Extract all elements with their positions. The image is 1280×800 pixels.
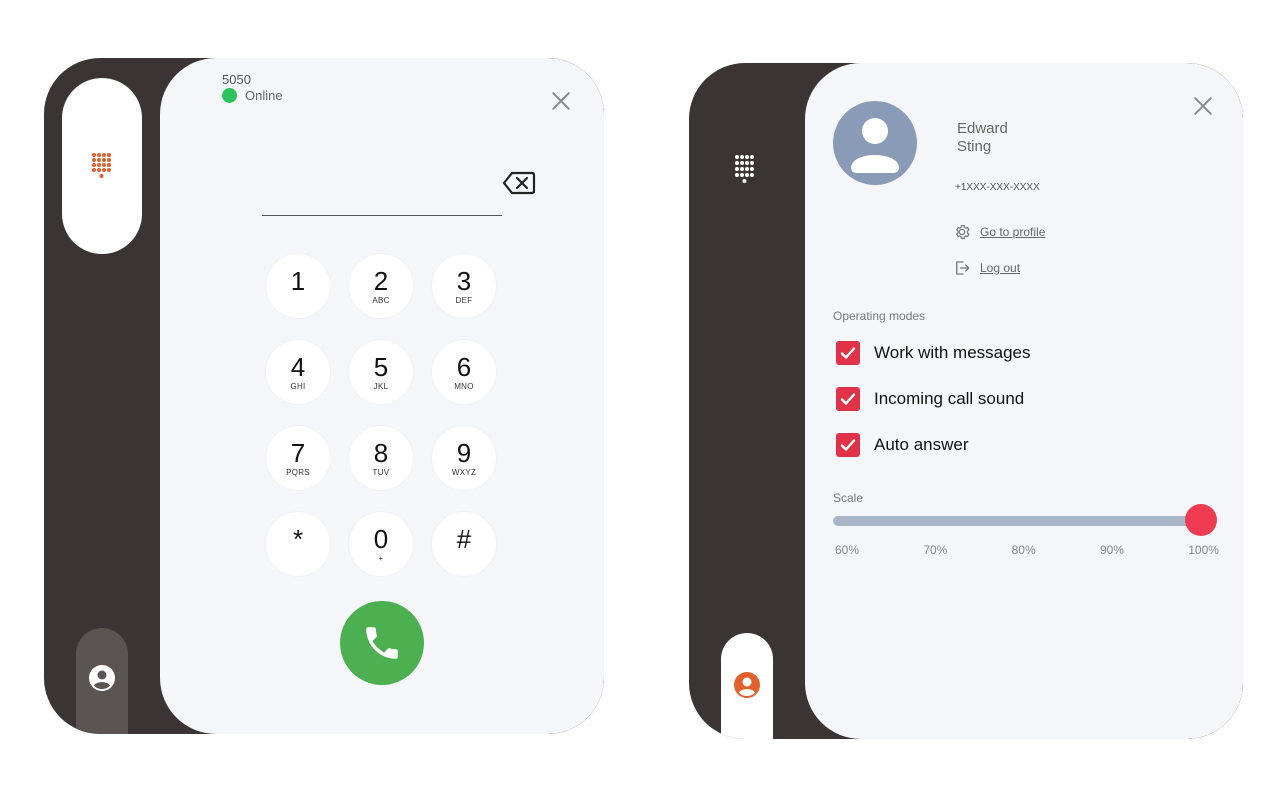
user-silhouette-icon (851, 118, 899, 173)
key-5[interactable]: 5 JKL (349, 340, 413, 404)
scale-tick-100: 100% (1188, 543, 1219, 557)
online-status-dot (222, 88, 237, 103)
rail-tab-keypad[interactable] (62, 78, 142, 254)
log-out-label: Log out (980, 261, 1021, 275)
close-profile-button[interactable] (1191, 94, 1215, 118)
go-to-profile-label: Go to profile (980, 225, 1046, 239)
mode-checkbox[interactable] (836, 433, 860, 457)
key-1[interactable]: 1 (266, 254, 330, 318)
rail-tab-profile[interactable] (721, 633, 773, 739)
key-digit: 5 (373, 351, 389, 382)
user-icon (89, 665, 115, 691)
log-out-link[interactable]: Log out (953, 259, 1020, 277)
key-digit: 2 (373, 265, 389, 296)
key-letters: + (378, 553, 384, 563)
phone-number-input[interactable] (262, 178, 502, 216)
key-digit: 8 (373, 437, 389, 468)
key-7[interactable]: 7 PQRS (266, 426, 330, 490)
extension-number: 5050 (222, 72, 251, 87)
backspace-icon (502, 171, 536, 195)
user-phone-number: +1XXX-XXX-XXXX (955, 182, 1040, 193)
key-digit: 4 (290, 351, 306, 382)
keypad: 1 2 ABC 3 DEF 4 GHI 5 JKL 6 MNO 7 PQRS 8 TUV 9W… (266, 254, 496, 576)
scale-slider-track[interactable] (833, 516, 1201, 526)
key-digit: 0 (373, 523, 389, 554)
key-4[interactable]: 4 GHI (266, 340, 330, 404)
close-dialer-button[interactable] (549, 89, 573, 113)
keypad-icon (92, 153, 111, 178)
key-6[interactable]: 6 MNO (432, 340, 496, 404)
key-digit: 6 (456, 351, 472, 382)
key-letters: ABC (372, 295, 390, 305)
key-letters: GHI (290, 381, 306, 391)
rail-tab-profile[interactable] (76, 628, 128, 734)
dialer-widget: 5050 Online 1 2 ABC 3 DEF 4 GHI 5 JKL 6 MNO 7… (44, 58, 604, 734)
key-hash[interactable]: # (432, 512, 496, 576)
rail-tab-keypad[interactable] (733, 153, 757, 190)
scale-heading: Scale (833, 491, 864, 505)
call-button[interactable] (340, 601, 424, 685)
check-icon (840, 347, 856, 359)
key-digit: * (292, 523, 304, 554)
mode-work-with-messages[interactable]: Work with messages (836, 341, 1031, 365)
key-digit: 1 (290, 265, 306, 296)
status-indicator: Online (222, 88, 283, 103)
key-letters: PQRS (286, 467, 310, 477)
go-to-profile-link[interactable]: Go to profile (953, 223, 1045, 241)
profile-panel: Edward Sting +1XXX-XXX-XXXX Go to profil… (805, 63, 1243, 739)
key-letters: MNO (454, 381, 474, 391)
operating-modes-heading: Operating modes (833, 309, 926, 323)
status-text: Online (245, 88, 283, 103)
mode-incoming-call-sound[interactable]: Incoming call sound (836, 387, 1024, 411)
key-digit: 9 (456, 437, 472, 468)
key-0[interactable]: 0 + (349, 512, 413, 576)
key-letters: DEF (455, 295, 473, 305)
mode-checkbox[interactable] (836, 387, 860, 411)
dialer-panel: 5050 Online 1 2 ABC 3 DEF 4 GHI 5 JKL 6 MNO 7… (160, 58, 604, 734)
scale-tick-90: 90% (1099, 543, 1124, 557)
key-2[interactable]: 2 ABC (349, 254, 413, 318)
mode-label: Work with messages (874, 343, 1031, 362)
mode-label: Incoming call sound (874, 389, 1025, 408)
scale-tick-labels: 60% 70% 80% 90% 100% (835, 543, 1219, 557)
user-icon (734, 672, 760, 698)
mode-label: Auto answer (874, 435, 969, 454)
scale-tick-70: 70% (923, 543, 948, 557)
key-3[interactable]: 3 DEF (432, 254, 496, 318)
check-icon (840, 393, 856, 405)
key-digit: 3 (456, 265, 472, 296)
key-letters: TUV (372, 467, 390, 477)
logout-icon (956, 261, 970, 275)
keypad-icon (735, 155, 754, 183)
key-star[interactable]: * (266, 512, 330, 576)
key-9[interactable]: 9 WXYZ (432, 426, 496, 490)
phone-icon (366, 627, 398, 659)
scale-tick-60: 60% (835, 543, 860, 557)
scale-slider-thumb[interactable] (1185, 504, 1217, 536)
mode-auto-answer[interactable]: Auto answer (836, 433, 969, 457)
check-icon (840, 439, 856, 451)
user-first-name: Edward (957, 120, 1008, 137)
gear-icon (955, 224, 970, 240)
avatar (833, 101, 917, 185)
key-digit: 7 (290, 437, 306, 468)
scale-tick-80: 80% (1011, 543, 1036, 557)
user-last-name: Sting (957, 138, 992, 155)
mode-checkbox[interactable] (836, 341, 860, 365)
key-digit: # (456, 523, 472, 554)
key-8[interactable]: 8 TUV (349, 426, 413, 490)
key-letters: WXYZ (451, 467, 477, 477)
backspace-button[interactable] (502, 170, 536, 200)
profile-widget: Edward Sting +1XXX-XXX-XXXX Go to profil… (689, 63, 1243, 739)
key-letters: JKL (373, 381, 389, 391)
